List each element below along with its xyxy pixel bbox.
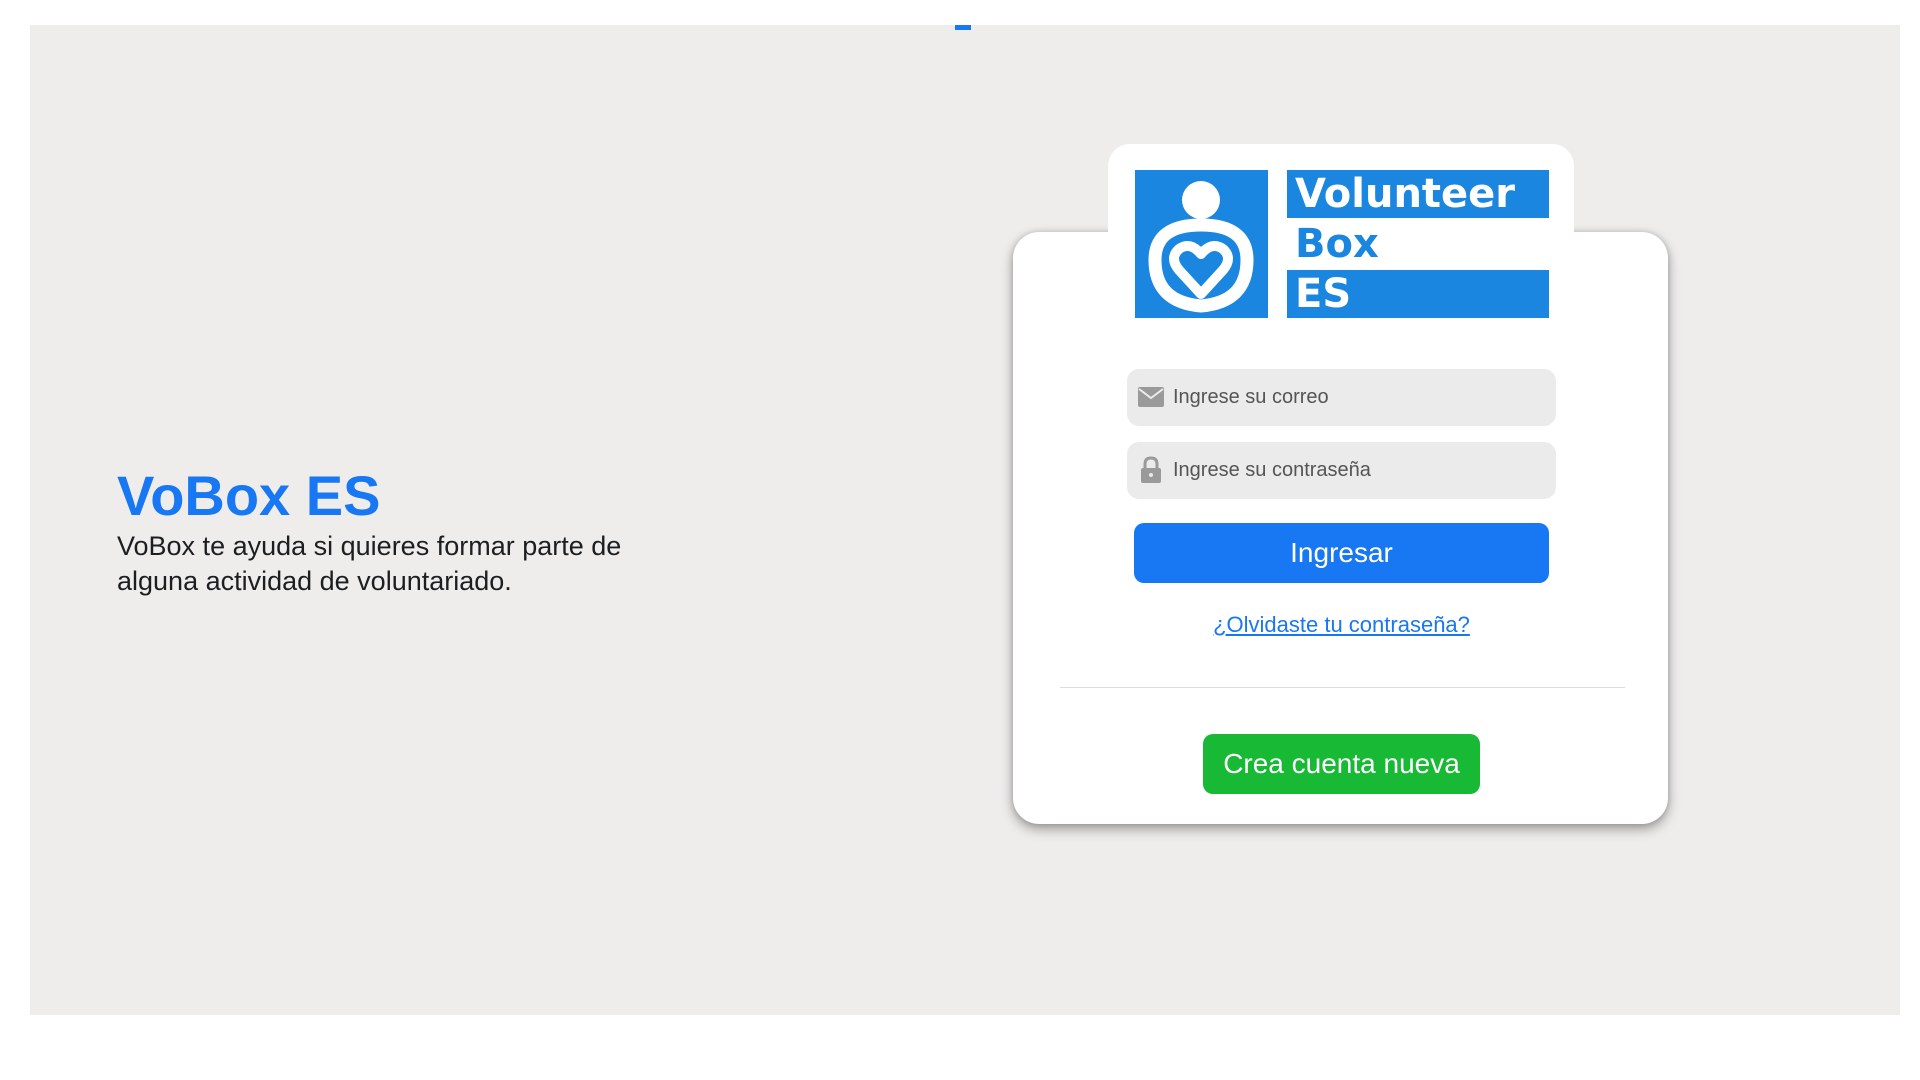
volunteer-heart-icon bbox=[1135, 170, 1268, 318]
intro-section: VoBox ES VoBox te ayuda si quieres forma… bbox=[117, 465, 677, 599]
top-marker bbox=[955, 25, 971, 30]
divider bbox=[1060, 687, 1625, 688]
app-title: VoBox ES bbox=[117, 464, 381, 527]
app-tagline: VoBox te ayuda si quieres formar parte d… bbox=[117, 531, 622, 596]
logo-word-box: Box bbox=[1295, 221, 1379, 267]
create-account-button[interactable]: Crea cuenta nueva bbox=[1203, 734, 1480, 794]
password-input[interactable] bbox=[1173, 442, 1543, 499]
email-field-wrapper bbox=[1127, 369, 1556, 426]
logo: Volunteer Box ES bbox=[1135, 170, 1549, 318]
envelope-icon bbox=[1137, 383, 1165, 411]
email-input[interactable] bbox=[1173, 369, 1543, 426]
logo-word-es: ES bbox=[1287, 270, 1549, 318]
logo-word-volunteer: Volunteer bbox=[1287, 170, 1549, 218]
forgot-password-link[interactable]: ¿Olvidaste tu contraseña? bbox=[1134, 612, 1549, 638]
password-field-wrapper bbox=[1127, 442, 1556, 499]
lock-icon bbox=[1137, 456, 1165, 484]
login-button[interactable]: Ingresar bbox=[1134, 523, 1549, 583]
